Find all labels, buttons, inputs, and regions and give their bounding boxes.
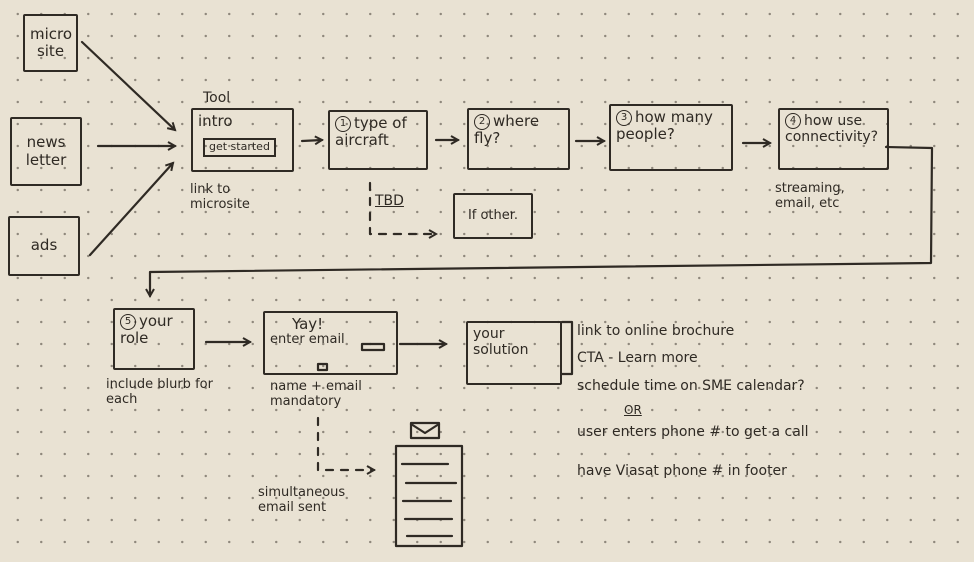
solution-note-or: OR — [624, 403, 642, 417]
solution-bracket — [560, 320, 574, 376]
tool-heading: Tool — [203, 90, 231, 106]
email-side-note: simultaneous email sent — [258, 485, 346, 515]
step-5-box: 5 your role — [113, 308, 195, 370]
source-label: ads — [30, 236, 58, 255]
solution-note: have Viasat phone # in footer — [577, 463, 787, 479]
tool-intro-title: intro — [198, 112, 233, 130]
tbd-label: TBD — [375, 193, 404, 209]
if-other-box: If other. — [453, 193, 533, 239]
source-label: news letter — [25, 133, 67, 169]
source-ads: ads — [8, 216, 80, 276]
solution-note: user enters phone # to get a call — [577, 424, 809, 440]
email-document-icon — [394, 444, 464, 548]
connector-layer — [80, 40, 934, 548]
arrow-ads-to-tool — [88, 163, 173, 257]
step-4-note: streaming, email, etc — [775, 181, 845, 211]
get-started-button[interactable]: get started — [203, 138, 276, 157]
step-2-box: 2 where fly? — [467, 108, 570, 170]
step-3-box: 3 how many people? — [609, 104, 733, 171]
source-label: micro site — [30, 24, 73, 60]
envelope-icon — [409, 421, 441, 440]
tool-intro-box: intro get started — [191, 108, 294, 172]
email-step-title: Yay! — [292, 315, 324, 333]
source-microsite: micro site — [23, 14, 78, 72]
solution-note: schedule time on SME calendar? — [577, 378, 805, 394]
source-newsletter: news letter — [10, 117, 82, 186]
arrow-tool-to-step1 — [300, 140, 322, 141]
step-number: 1 — [335, 115, 351, 132]
solution-label: your solution — [473, 326, 529, 359]
step-number: 5 — [120, 313, 136, 330]
step-number: 4 — [785, 113, 801, 129]
step-1-box: 1 type of aircraft — [328, 110, 428, 170]
email-step-note: name + email mandatory — [270, 379, 362, 409]
solution-note: link to online brochure — [577, 323, 735, 339]
step-4-box: 4 how use connectivity? — [778, 108, 889, 170]
email-step-label: enter email — [270, 332, 345, 348]
email-step-box: Yay! enter email — [263, 311, 398, 375]
step-number: 3 — [616, 109, 632, 126]
if-other-label: If other. — [467, 207, 519, 223]
email-dashed-arrow — [316, 416, 374, 470]
step-5-note: include blurb for each — [106, 377, 213, 407]
arrow-microsite-to-tool — [80, 40, 175, 130]
tool-note: link to microsite — [190, 182, 250, 212]
solution-note: CTA - Learn more — [577, 350, 698, 366]
solution-box: your solution — [466, 321, 562, 385]
step-number: 2 — [474, 113, 490, 130]
